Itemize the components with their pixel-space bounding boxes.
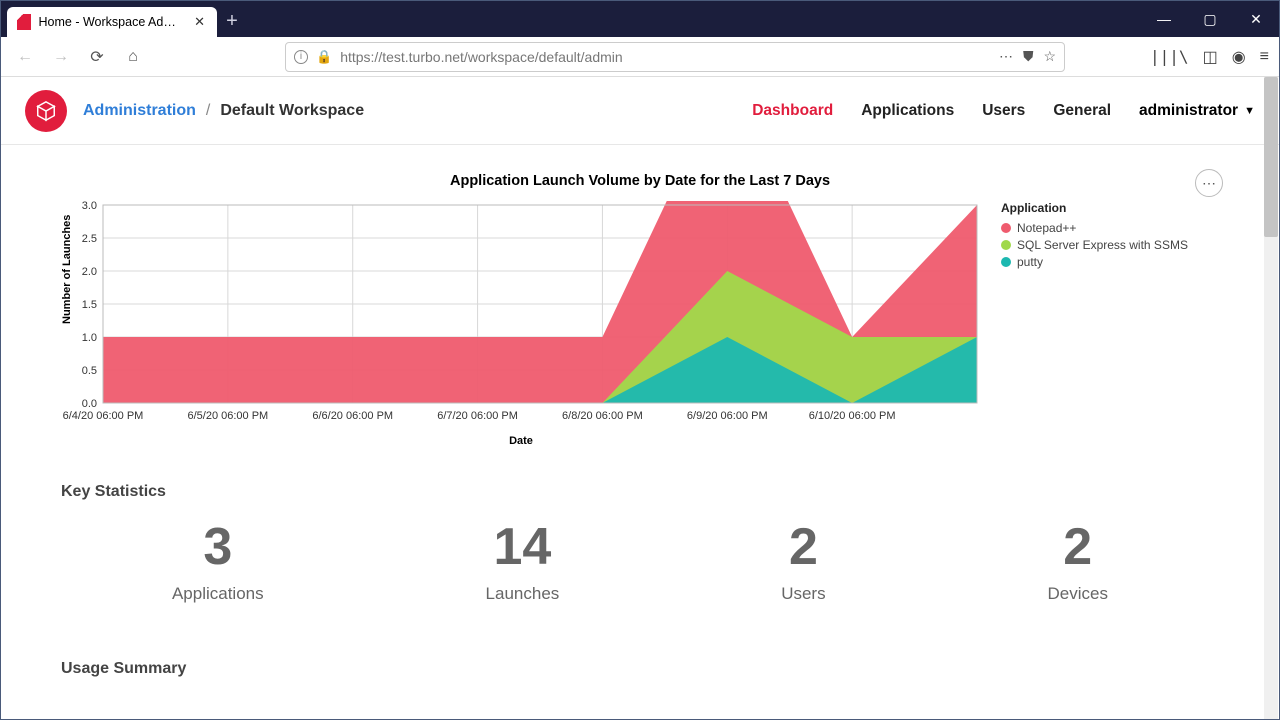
chevron-down-icon: ▼ — [1244, 105, 1255, 117]
primary-nav: Dashboard Applications Users General adm… — [752, 102, 1255, 120]
svg-text:6/6/20 06:00 PM: 6/6/20 06:00 PM — [312, 410, 393, 422]
back-button[interactable]: ← — [11, 43, 39, 71]
scrollbar-thumb[interactable] — [1264, 77, 1278, 237]
brand-logo[interactable] — [25, 90, 67, 132]
svg-text:6/4/20 06:00 PM: 6/4/20 06:00 PM — [63, 410, 144, 422]
stat-label: Launches — [486, 584, 560, 604]
svg-text:3.0: 3.0 — [82, 201, 97, 212]
window-maximize-button[interactable]: ▢ — [1187, 1, 1233, 37]
usage-summary-heading: Usage Summary — [61, 660, 1219, 678]
svg-text:1.0: 1.0 — [82, 332, 97, 344]
area-chart: 0.0 0.5 1.0 1.5 2.0 2.5 3.0 6/4/20 06:00 PM 6/5/… — [61, 201, 981, 431]
legend-item[interactable]: Notepad++ — [1001, 221, 1188, 235]
lock-icon: 🔒 — [316, 49, 332, 65]
stat-label: Applications — [172, 584, 264, 604]
legend-label: SQL Server Express with SSMS — [1017, 238, 1188, 252]
chart-panel: ⋯ Application Launch Volume by Date for … — [61, 173, 1219, 447]
top-navigation: Administration / Default Workspace Dashb… — [1, 77, 1279, 145]
url-text: https://test.turbo.net/workspace/default… — [340, 49, 991, 65]
page-content: Administration / Default Workspace Dashb… — [1, 77, 1279, 719]
stat-value: 14 — [486, 519, 560, 576]
chart-title: Application Launch Volume by Date for th… — [61, 173, 1219, 189]
stat-block: 2 Devices — [1048, 519, 1108, 604]
legend-title: Application — [1001, 201, 1188, 215]
y-axis-label: Number of Launches — [61, 215, 73, 324]
legend-item[interactable]: SQL Server Express with SSMS — [1001, 238, 1188, 252]
svg-text:2.0: 2.0 — [82, 266, 97, 278]
stat-block: 3 Applications — [172, 519, 264, 604]
stat-value: 2 — [1048, 519, 1108, 576]
stat-value: 3 — [172, 519, 264, 576]
reload-button[interactable]: ⟳ — [83, 43, 111, 71]
close-tab-icon[interactable]: ✕ — [192, 14, 207, 30]
key-statistics-heading: Key Statistics — [61, 483, 1219, 501]
svg-text:6/5/20 06:00 PM: 6/5/20 06:00 PM — [187, 410, 268, 422]
chart-legend: Application Notepad++ SQL Server Express … — [1001, 201, 1188, 447]
url-bar[interactable]: i 🔒 https://test.turbo.net/workspace/def… — [285, 42, 1065, 72]
legend-label: putty — [1017, 255, 1043, 269]
breadcrumb-current: Default Workspace — [220, 102, 364, 120]
forward-button[interactable]: → — [47, 43, 75, 71]
nav-dashboard[interactable]: Dashboard — [752, 102, 833, 120]
pocket-icon[interactable]: ⛊ — [1023, 48, 1034, 65]
sidebar-icon[interactable]: ◫ — [1203, 47, 1218, 67]
stat-label: Users — [781, 584, 825, 604]
legend-item[interactable]: putty — [1001, 255, 1188, 269]
svg-text:0.0: 0.0 — [82, 398, 97, 410]
tab-title: Home - Workspace Administrat — [39, 15, 185, 29]
nav-applications[interactable]: Applications — [861, 102, 954, 120]
x-axis-label: Date — [61, 435, 981, 447]
more-url-actions-icon[interactable]: ⋯ — [999, 48, 1013, 65]
site-info-icon[interactable]: i — [294, 50, 308, 64]
legend-label: Notepad++ — [1017, 221, 1076, 235]
browser-tab[interactable]: Home - Workspace Administrat ✕ — [7, 7, 217, 37]
legend-swatch — [1001, 240, 1011, 250]
nav-general[interactable]: General — [1053, 102, 1111, 120]
svg-text:6/10/20 06:00 PM: 6/10/20 06:00 PM — [809, 410, 896, 422]
profile-icon[interactable]: ◉ — [1232, 47, 1246, 67]
key-statistics-section: Key Statistics 3 Applications 14 Launches 2 U… — [61, 483, 1219, 604]
svg-text:6/7/20 06:00 PM: 6/7/20 06:00 PM — [437, 410, 518, 422]
legend-swatch — [1001, 223, 1011, 233]
svg-text:1.5: 1.5 — [82, 299, 97, 311]
nav-users[interactable]: Users — [982, 102, 1025, 120]
legend-swatch — [1001, 257, 1011, 267]
stat-label: Devices — [1048, 584, 1108, 604]
chart-options-button[interactable]: ⋯ — [1195, 169, 1223, 197]
breadcrumb-root-link[interactable]: Administration — [83, 102, 196, 120]
stat-value: 2 — [781, 519, 825, 576]
window-close-button[interactable]: ✕ — [1233, 1, 1279, 37]
stat-block: 2 Users — [781, 519, 825, 604]
svg-text:6/8/20 06:00 PM: 6/8/20 06:00 PM — [562, 410, 643, 422]
browser-toolbar: ← → ⟳ ⌂ i 🔒 https://test.turbo.net/works… — [1, 37, 1279, 77]
bookmark-star-icon[interactable]: ☆ — [1043, 48, 1056, 65]
menu-icon[interactable]: ≡ — [1260, 48, 1269, 66]
stat-block: 14 Launches — [486, 519, 560, 604]
window-titlebar: Home - Workspace Administrat ✕ + ― ▢ ✕ — [1, 1, 1279, 37]
chart-plot-area: Number of Launches 0.0 0.5 1.0 1.5 2.0 2.5 3.0… — [61, 201, 981, 447]
user-menu-label: administrator — [1139, 102, 1238, 120]
usage-summary-section: Usage Summary — [61, 660, 1219, 678]
svg-text:6/9/20 06:00 PM: 6/9/20 06:00 PM — [687, 410, 768, 422]
breadcrumb: Administration / Default Workspace — [83, 102, 364, 120]
new-tab-button[interactable]: + — [217, 5, 247, 37]
cube-icon — [35, 100, 57, 122]
home-button[interactable]: ⌂ — [119, 43, 147, 71]
library-icon[interactable]: |||\ — [1150, 47, 1189, 66]
breadcrumb-separator: / — [206, 102, 210, 120]
svg-text:2.5: 2.5 — [82, 233, 97, 245]
svg-text:0.5: 0.5 — [82, 365, 97, 377]
app-favicon — [17, 14, 31, 30]
window-minimize-button[interactable]: ― — [1141, 1, 1187, 37]
user-menu[interactable]: administrator ▼ — [1139, 102, 1255, 120]
